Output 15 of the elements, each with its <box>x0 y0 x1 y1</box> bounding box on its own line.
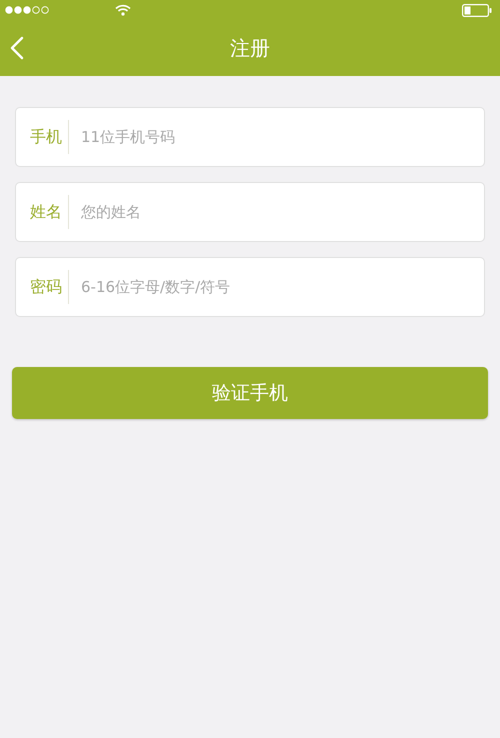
battery-icon <box>462 4 492 16</box>
page-title: 注册 <box>230 34 270 62</box>
wifi-icon <box>115 4 131 16</box>
field-label: 姓名 <box>16 195 69 229</box>
field-label: 手机 <box>16 120 69 154</box>
text-input[interactable]: 11位手机号码 <box>69 127 484 147</box>
input-field[interactable]: 密码 6-16位字母/数字/符号 <box>15 257 485 317</box>
input-field[interactable]: 姓名 您的姓名 <box>15 182 485 242</box>
signal-icon <box>5 6 51 14</box>
field-label: 密码 <box>16 270 69 304</box>
back-icon[interactable] <box>10 36 24 60</box>
text-input[interactable]: 您的姓名 <box>69 202 484 222</box>
verify-phone-button[interactable]: 验证手机 <box>12 367 488 419</box>
input-field[interactable]: 手机 11位手机号码 <box>15 107 485 167</box>
text-input[interactable]: 6-16位字母/数字/符号 <box>69 277 484 297</box>
